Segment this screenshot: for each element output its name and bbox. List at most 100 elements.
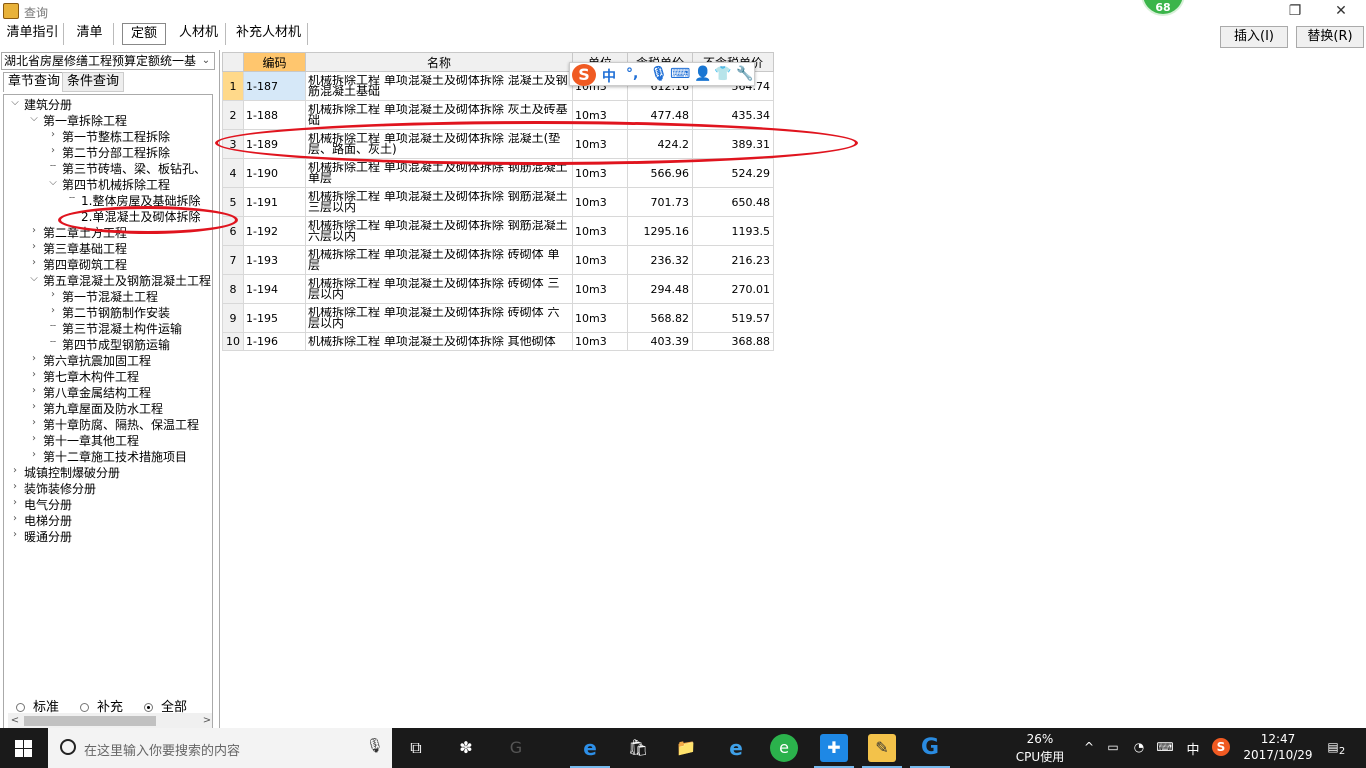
tree-item[interactable]: 建筑分册 xyxy=(24,97,72,113)
table-row[interactable]: 10 1-196 机械拆除工程 单项混凝土及砌体拆除 其他砌体 10m3 403.39 3… xyxy=(222,332,774,351)
tree-item[interactable]: 电梯分册 xyxy=(24,513,72,529)
tree-item[interactable]: 第三节混凝土构件运输 xyxy=(62,321,182,337)
header-code[interactable]: 编码 xyxy=(243,52,306,72)
tab-bill-guide[interactable]: 清单指引 xyxy=(2,23,64,45)
table-row[interactable]: 9 1-195 机械拆除工程 单项混凝土及砌体拆除 砖砌体 六层以内 10m3 568.… xyxy=(222,303,774,333)
cell-name[interactable]: 机械拆除工程 单项混凝土及砌体拆除 砖砌体 单层 xyxy=(305,245,573,275)
cell-row-number[interactable]: 4 xyxy=(222,158,244,188)
cell-price-incl-tax[interactable]: 568.82 xyxy=(627,303,693,333)
cell-price-incl-tax[interactable]: 1295.16 xyxy=(627,216,693,246)
cell-name[interactable]: 机械拆除工程 单项混凝土及砌体拆除 混凝土及钢筋混凝土基础 xyxy=(305,71,573,101)
tree-item[interactable]: 第十二章施工技术措施项目 xyxy=(43,449,187,465)
sogou-logo-icon[interactable]: S xyxy=(572,64,596,86)
radio-all-dot[interactable] xyxy=(144,703,153,712)
notes-app-icon[interactable]: ✎ xyxy=(862,734,902,768)
tree-item[interactable]: 第七章木构件工程 xyxy=(43,369,139,385)
keyboard-icon[interactable]: ⌨ xyxy=(1154,740,1176,754)
chevron-right-icon[interactable]: › xyxy=(48,145,58,161)
cell-code[interactable]: 1-187 xyxy=(243,71,306,101)
cell-code[interactable]: 1-192 xyxy=(243,216,306,246)
chevron-right-icon[interactable]: › xyxy=(29,449,39,465)
cell-unit[interactable]: 10m3 xyxy=(572,187,628,217)
cell-code[interactable]: 1-191 xyxy=(243,187,306,217)
chevron-right-icon[interactable]: › xyxy=(29,225,39,241)
cell-name[interactable]: 机械拆除工程 单项混凝土及砌体拆除 钢筋混凝土 三层以内 xyxy=(305,187,573,217)
insert-button[interactable]: 插入(I) xyxy=(1220,26,1288,48)
edge-browser-icon[interactable]: e xyxy=(570,734,610,768)
chevron-right-icon[interactable]: › xyxy=(10,465,20,481)
cell-unit[interactable]: 10m3 xyxy=(572,245,628,275)
user-icon[interactable]: 👤 xyxy=(694,66,711,82)
cell-unit[interactable]: 10m3 xyxy=(572,274,628,304)
cell-code[interactable]: 1-196 xyxy=(243,332,306,351)
task-view-icon[interactable]: ⧉ xyxy=(402,734,430,762)
chevron-right-icon[interactable]: › xyxy=(48,305,58,321)
wifi-icon[interactable]: ◔ xyxy=(1130,740,1148,754)
close-icon[interactable]: ✕ xyxy=(1318,0,1364,22)
ime-punctuation[interactable]: °, xyxy=(626,66,638,82)
cell-unit[interactable]: 10m3 xyxy=(572,303,628,333)
tab-bill[interactable]: 清单 xyxy=(66,23,114,45)
chevron-right-icon[interactable]: › xyxy=(10,481,20,497)
tree-item[interactable]: 城镇控制爆破分册 xyxy=(24,465,120,481)
tab-quota[interactable]: 定额 xyxy=(122,23,166,45)
cell-row-number[interactable]: 8 xyxy=(222,274,244,304)
glodon-app-icon[interactable]: G xyxy=(910,734,950,768)
tree-item[interactable]: 第三章基础工程 xyxy=(43,241,127,257)
tab-chapter-query[interactable]: 章节查询 xyxy=(3,72,66,92)
scroll-thumb[interactable] xyxy=(24,716,156,726)
table-row[interactable]: 6 1-192 机械拆除工程 单项混凝土及砌体拆除 钢筋混凝土 六层以内 10m3 12… xyxy=(222,216,774,246)
tab-condition-query[interactable]: 条件查询 xyxy=(62,72,125,92)
chevron-right-icon[interactable]: › xyxy=(29,401,39,417)
taskbar-search-box[interactable]: 在这里输入你要搜索的内容 🎙 xyxy=(48,728,392,768)
green-app-icon[interactable]: e xyxy=(770,734,798,762)
clock-date[interactable]: 2017/10/29 xyxy=(1240,748,1316,762)
radio-standard[interactable]: 标准 xyxy=(16,696,59,715)
cell-code[interactable]: 1-188 xyxy=(243,100,306,130)
tree-item[interactable]: 第二节钢筋制作安装 xyxy=(62,305,170,321)
cell-code[interactable]: 1-193 xyxy=(243,245,306,275)
cell-price-incl-tax[interactable]: 403.39 xyxy=(627,332,693,351)
cell-unit[interactable]: 10m3 xyxy=(572,216,628,246)
pinwheel-app-icon[interactable]: ✽ xyxy=(452,734,480,762)
cell-row-number[interactable]: 2 xyxy=(222,100,244,130)
clock-time[interactable]: 12:47 xyxy=(1240,732,1316,746)
store-icon[interactable]: 🛍 xyxy=(624,734,652,762)
cell-row-number[interactable]: 10 xyxy=(222,332,244,351)
cell-price-excl-tax[interactable]: 216.23 xyxy=(692,245,774,275)
chevron-right-icon[interactable]: › xyxy=(10,513,20,529)
cell-price-incl-tax[interactable]: 294.48 xyxy=(627,274,693,304)
cell-price-excl-tax[interactable]: 524.29 xyxy=(692,158,774,188)
cell-code[interactable]: 1-190 xyxy=(243,158,306,188)
tab-supplement-materials[interactable]: 补充人材机 xyxy=(230,23,308,45)
scroll-left-icon[interactable]: < xyxy=(8,713,22,729)
cell-row-number[interactable]: 9 xyxy=(222,303,244,333)
tree-item[interactable]: 第六章抗震加固工程 xyxy=(43,353,151,369)
cell-price-excl-tax[interactable]: 368.88 xyxy=(692,332,774,351)
chevron-down-icon[interactable]: ⌵ xyxy=(29,113,39,129)
table-row[interactable]: 5 1-191 机械拆除工程 单项混凝土及砌体拆除 钢筋混凝土 三层以内 10m3 70… xyxy=(222,187,774,217)
chevron-right-icon[interactable]: › xyxy=(29,257,39,273)
tree-item[interactable]: 第四节机械拆除工程 xyxy=(62,177,170,193)
cell-price-excl-tax[interactable]: 650.48 xyxy=(692,187,774,217)
chevron-right-icon[interactable]: › xyxy=(29,353,39,369)
radio-supplement-dot[interactable] xyxy=(80,703,89,712)
tree-item[interactable]: 第二节分部工程拆除 xyxy=(62,145,170,161)
tree-item[interactable]: 装饰装修分册 xyxy=(24,481,96,497)
microphone-icon[interactable]: 🎙 xyxy=(650,66,668,82)
chevron-right-icon[interactable]: › xyxy=(48,289,58,305)
tree-item[interactable]: 第九章屋面及防水工程 xyxy=(43,401,163,417)
chevron-right-icon[interactable]: › xyxy=(10,497,20,513)
table-row[interactable]: 7 1-193 机械拆除工程 单项混凝土及砌体拆除 砖砌体 单层 10m3 236.32… xyxy=(222,245,774,275)
chevron-right-icon[interactable]: › xyxy=(29,417,39,433)
internet-explorer-icon[interactable]: e xyxy=(722,734,750,762)
tree-item[interactable]: 第一章拆除工程 xyxy=(43,113,127,129)
floating-badge[interactable]: 68 xyxy=(1141,0,1185,16)
tree-horizontal-scrollbar[interactable]: < > xyxy=(8,713,212,729)
tree-item[interactable]: 第四章砌筑工程 xyxy=(43,257,127,273)
table-row[interactable]: 8 1-194 机械拆除工程 单项混凝土及砌体拆除 砖砌体 三层以内 10m3 294.… xyxy=(222,274,774,304)
chevron-right-icon[interactable]: › xyxy=(29,369,39,385)
network-icon[interactable]: ▭ xyxy=(1104,740,1122,754)
microphone-icon[interactable]: 🎙 xyxy=(366,738,384,754)
cell-name[interactable]: 机械拆除工程 单项混凝土及砌体拆除 钢筋混凝土 六层以内 xyxy=(305,216,573,246)
